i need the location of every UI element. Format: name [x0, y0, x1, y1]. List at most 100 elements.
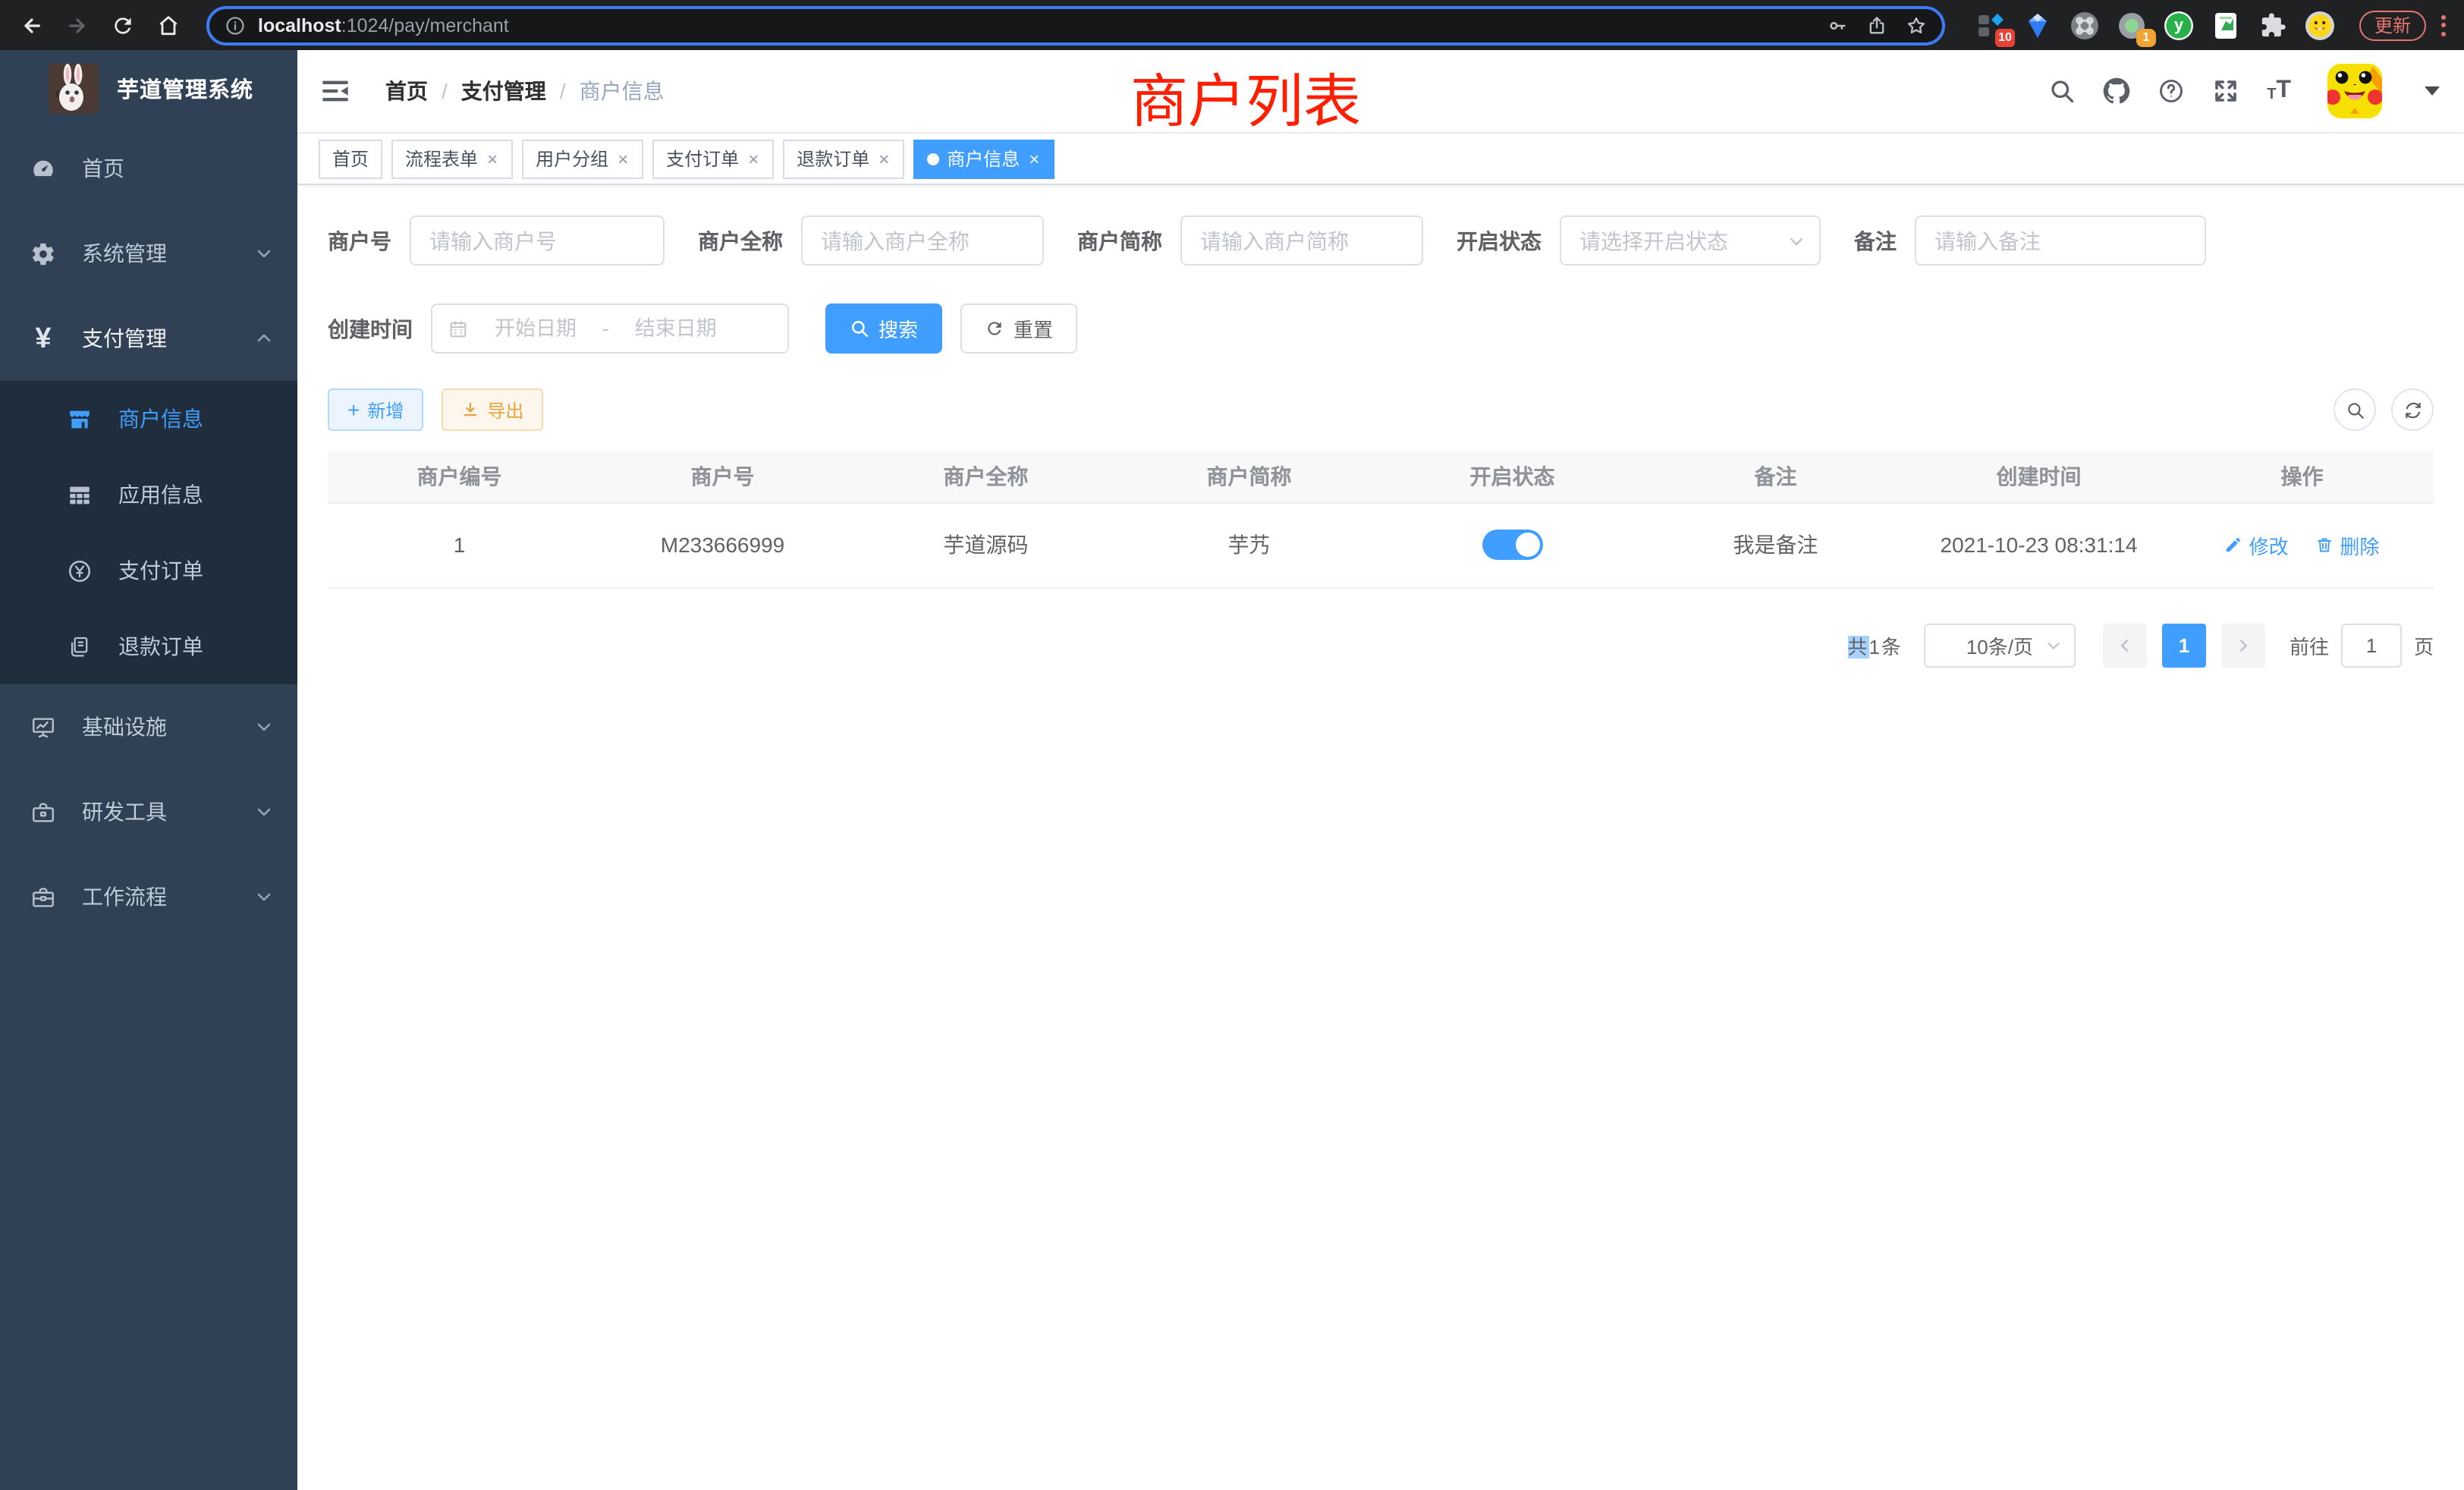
menu-label: 支付管理: [82, 323, 255, 354]
toggle-search-button[interactable]: [2334, 388, 2376, 431]
remark-input[interactable]: [1915, 215, 2206, 266]
tab-pay-order[interactable]: 支付订单×: [652, 139, 774, 178]
next-page-button[interactable]: [2221, 623, 2265, 667]
sidebar: 芋道管理系统 首页 系统管理 ¥ 支付管理: [0, 50, 297, 1490]
page-size-select[interactable]: 10条/页: [1924, 623, 2076, 667]
breadcrumb-pay[interactable]: 支付管理: [461, 76, 546, 106]
sidebar-item-dev-tools[interactable]: 研发工具: [0, 769, 297, 854]
status-toggle-on[interactable]: [1482, 530, 1543, 560]
add-button[interactable]: + 新增: [328, 388, 423, 431]
tab-label: 流程表单: [405, 146, 478, 171]
browser-forward-button[interactable]: [58, 5, 97, 45]
close-icon[interactable]: ×: [486, 149, 499, 168]
short-name-label: 商户简称: [1077, 225, 1162, 256]
extension-gem-icon[interactable]: [2022, 10, 2053, 40]
browser-home-button[interactable]: [149, 5, 188, 45]
tab-home[interactable]: 首页: [319, 139, 382, 178]
prev-page-button[interactable]: [2103, 623, 2147, 667]
tab-user-group[interactable]: 用户分组×: [522, 139, 643, 178]
col-short-name: 商户简称: [1117, 451, 1381, 502]
browser-profile-avatar[interactable]: [2305, 10, 2335, 40]
filter-row-2: 创建时间 - 搜索 重置: [328, 303, 2434, 354]
github-icon: [2103, 77, 2130, 105]
goto-label: 前往: [2290, 630, 2329, 659]
tab-label: 退款订单: [797, 146, 869, 171]
extension-y-icon[interactable]: y: [2164, 10, 2194, 40]
font-size-button[interactable]: TT: [2267, 79, 2291, 103]
menu-label: 支付订单: [118, 555, 273, 586]
toolbox-icon: [30, 799, 56, 825]
home-icon: [156, 13, 181, 37]
avatar-dropdown-caret[interactable]: [2425, 86, 2440, 96]
github-link[interactable]: [2103, 77, 2130, 105]
extension-command-icon[interactable]: [2070, 10, 2100, 40]
extension-grid-diamond-icon[interactable]: 10: [1975, 10, 2006, 40]
sidebar-item-home[interactable]: 首页: [0, 126, 297, 211]
extension-recorder-icon[interactable]: 1: [2117, 10, 2147, 40]
export-button[interactable]: 导出: [442, 388, 543, 431]
sidebar-item-infrastructure[interactable]: 基础设施: [0, 684, 297, 769]
create-time-label: 创建时间: [328, 313, 413, 344]
address-bar[interactable]: localhost:1024/pay/merchant: [206, 5, 1945, 45]
sidebar-item-refund-order[interactable]: 退款订单: [0, 608, 297, 684]
tab-merchant-info[interactable]: 商户信息×: [913, 139, 1054, 178]
browser-back-button[interactable]: [12, 5, 52, 45]
short-name-input[interactable]: [1180, 215, 1423, 266]
date-range-picker[interactable]: -: [431, 303, 789, 354]
pikachu-avatar-image: [2327, 64, 2382, 118]
sidebar-item-pay[interactable]: ¥ 支付管理: [0, 296, 297, 381]
chevron-down-icon: [2045, 637, 2062, 653]
refresh-table-button[interactable]: [2391, 388, 2434, 431]
reset-button[interactable]: 重置: [960, 303, 1077, 354]
browser-reload-button[interactable]: [103, 5, 143, 45]
goto-page-input[interactable]: [2341, 623, 2402, 667]
user-avatar[interactable]: [2327, 64, 2382, 118]
help-button[interactable]: [2158, 77, 2185, 105]
bookmark-star-icon[interactable]: [1906, 14, 1927, 36]
breadcrumb-current: 商户信息: [580, 76, 665, 106]
total-count: 1: [1868, 635, 1881, 658]
sidebar-item-app-info[interactable]: 应用信息: [0, 457, 297, 533]
close-icon[interactable]: ×: [877, 149, 891, 168]
close-icon[interactable]: ×: [616, 149, 630, 168]
extension-notes-icon[interactable]: [2211, 10, 2241, 40]
annotation-overlay-text: 商户列表: [1130, 55, 1361, 138]
full-name-input[interactable]: [801, 215, 1044, 266]
menu-label: 首页: [82, 153, 273, 184]
password-key-icon[interactable]: [1827, 14, 1848, 36]
start-date-input[interactable]: [472, 317, 599, 340]
sidebar-item-workflow[interactable]: 工作流程: [0, 854, 297, 939]
extensions-puzzle-icon[interactable]: [2258, 10, 2288, 40]
edit-link[interactable]: 修改: [2225, 530, 2289, 559]
cell-create-time: 2021-10-23 08:31:14: [1907, 502, 2170, 587]
tab-process-form[interactable]: 流程表单 ×: [391, 139, 513, 178]
question-circle-icon: [2158, 77, 2185, 105]
col-create-time: 创建时间: [1907, 451, 2170, 502]
close-icon[interactable]: ×: [1027, 149, 1041, 168]
fullscreen-button[interactable]: [2212, 77, 2239, 105]
tab-refund-order[interactable]: 退款订单 ×: [783, 139, 904, 178]
sidebar-item-merchant-info[interactable]: 商户信息: [0, 381, 297, 457]
filter-merchant-no: 商户号: [328, 215, 665, 266]
sidebar-logo[interactable]: 芋道管理系统: [0, 50, 297, 126]
merchant-no-input[interactable]: [410, 215, 665, 266]
search-button[interactable]: 搜索: [825, 303, 942, 354]
breadcrumb-home[interactable]: 首页: [385, 76, 428, 106]
plus-icon: +: [347, 399, 360, 420]
sidebar-item-pay-order[interactable]: 支付订单: [0, 533, 297, 608]
browser-menu-button[interactable]: [2438, 14, 2452, 36]
browser-update-button[interactable]: 更新: [2359, 10, 2426, 40]
export-button-label: 导出: [487, 397, 523, 423]
gear-icon: [30, 240, 56, 266]
end-date-input[interactable]: [612, 317, 740, 340]
breadcrumb-separator: /: [560, 79, 566, 103]
sidebar-collapse-button[interactable]: [297, 50, 373, 132]
col-merchant-no: 商户号: [591, 451, 854, 502]
header-search-button[interactable]: [2048, 77, 2076, 105]
delete-link[interactable]: 删除: [2315, 530, 2379, 559]
share-icon[interactable]: [1866, 14, 1887, 36]
page-number-current[interactable]: 1: [2162, 623, 2206, 667]
status-select[interactable]: 请选择开启状态: [1560, 215, 1821, 266]
close-icon[interactable]: ×: [746, 149, 760, 168]
sidebar-item-system[interactable]: 系统管理: [0, 211, 297, 296]
